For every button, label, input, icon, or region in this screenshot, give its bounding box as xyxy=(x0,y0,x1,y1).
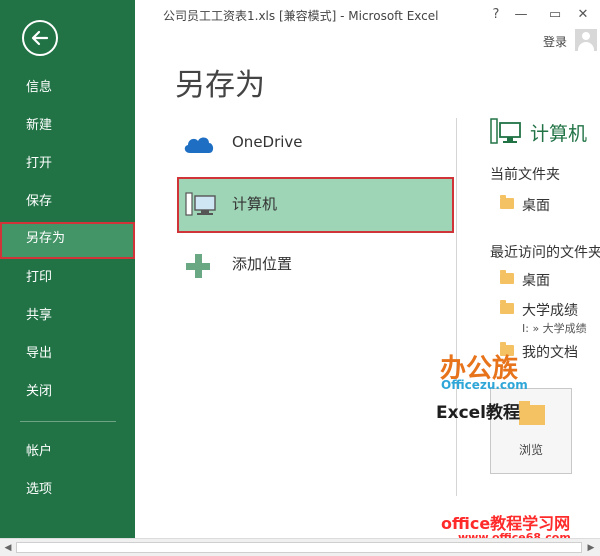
nav-item-share[interactable]: 共享 xyxy=(0,299,135,333)
cloud-icon xyxy=(184,137,214,153)
plus-icon xyxy=(186,254,210,278)
computer-icon xyxy=(490,118,521,144)
nav-item-new[interactable]: 新建 xyxy=(0,109,135,143)
avatar-body xyxy=(578,42,594,51)
folder-path: I: » 大学成绩 xyxy=(522,322,587,335)
backstage-nav: 信息 新建 打开 保存 另存为 打印 共享 导出 关闭 帐户 选项 xyxy=(0,0,135,538)
avatar[interactable] xyxy=(575,29,597,51)
scroll-left-icon[interactable]: ◀ xyxy=(1,541,15,555)
watermark-excel: Excel教程 xyxy=(436,403,521,423)
window-title: 公司员工工资表1.xls [兼容模式] - Microsoft Excel xyxy=(163,9,439,23)
folder-icon xyxy=(519,401,545,425)
nav-item-close[interactable]: 关闭 xyxy=(0,375,135,409)
nav-item-account[interactable]: 帐户 xyxy=(0,435,135,469)
folder-label: 桌面 xyxy=(522,273,550,289)
recent-folders-heading: 最近访问的文件夹 xyxy=(490,245,600,261)
folder-icon xyxy=(500,195,514,209)
restore-button[interactable]: ▭ xyxy=(544,4,566,26)
browse-label: 浏览 xyxy=(518,443,543,457)
horizontal-scrollbar[interactable]: ◀ ▶ xyxy=(0,538,600,556)
avatar-head xyxy=(582,32,590,40)
computer-icon xyxy=(185,192,216,216)
nav-item-save-as[interactable]: 另存为 xyxy=(0,222,135,259)
computer-header: 计算机 xyxy=(490,117,587,151)
current-folder-heading: 当前文件夹 xyxy=(490,167,560,183)
place-label: 添加位置 xyxy=(232,255,293,273)
place-label: 计算机 xyxy=(232,195,278,213)
nav-item-print[interactable]: 打印 xyxy=(0,261,135,295)
watermark-brand-url: Officezu.com xyxy=(441,378,528,392)
nav-item-options[interactable]: 选项 xyxy=(0,473,135,507)
column-divider xyxy=(456,118,457,496)
minimize-button[interactable]: — xyxy=(510,4,532,26)
help-button[interactable]: ? xyxy=(485,4,507,26)
back-button[interactable] xyxy=(22,20,58,56)
folder-label: 桌面 xyxy=(522,198,550,214)
folder-icon xyxy=(500,300,514,314)
nav-item-export[interactable]: 导出 xyxy=(0,337,135,371)
scroll-right-icon[interactable]: ▶ xyxy=(584,541,598,555)
place-add-location[interactable]: 添加位置 xyxy=(177,237,454,293)
computer-header-label: 计算机 xyxy=(530,123,588,145)
scroll-thumb[interactable] xyxy=(16,542,582,553)
close-button[interactable]: ✕ xyxy=(572,4,594,26)
place-onedrive[interactable]: OneDrive xyxy=(177,117,454,173)
page-title: 另存为 xyxy=(175,68,265,103)
folder-icon xyxy=(500,270,514,284)
place-computer[interactable]: 计算机 xyxy=(177,177,454,233)
signin-link[interactable]: 登录 xyxy=(543,33,567,50)
nav-item-open[interactable]: 打开 xyxy=(0,147,135,181)
back-arrow-icon xyxy=(31,30,49,46)
folder-label: 我的文档 xyxy=(522,345,578,361)
nav-item-info[interactable]: 信息 xyxy=(0,71,135,105)
nav-divider xyxy=(20,421,116,422)
folder-label: 大学成绩 xyxy=(522,303,578,319)
nav-item-save[interactable]: 保存 xyxy=(0,185,135,219)
place-label: OneDrive xyxy=(232,133,303,151)
